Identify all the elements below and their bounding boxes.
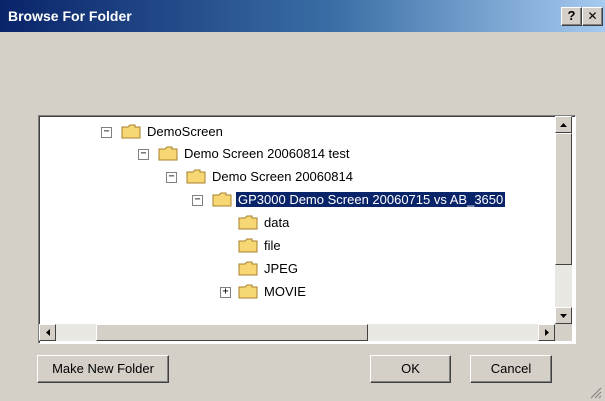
scroll-up-button[interactable] — [555, 116, 572, 133]
resize-grip-icon[interactable] — [590, 387, 602, 399]
collapse-icon[interactable]: − — [192, 195, 203, 206]
tree-item-label: JPEG — [264, 261, 298, 276]
collapse-icon[interactable]: − — [166, 172, 177, 183]
folder-icon — [238, 284, 258, 299]
window-title: Browse For Folder — [8, 8, 132, 24]
tree-item-label: data — [264, 215, 290, 230]
folder-icon — [121, 124, 141, 139]
folder-icon — [212, 192, 232, 207]
horizontal-scrollbar[interactable] — [39, 324, 555, 341]
tree-item-label: Demo Screen 20060814 test — [184, 146, 350, 161]
folder-icon — [238, 215, 258, 230]
ok-button[interactable]: OK — [370, 355, 451, 383]
arrow-down-icon — [560, 313, 567, 318]
scroll-right-button[interactable] — [538, 324, 555, 341]
scrollbar-corner — [555, 324, 572, 341]
dialog-body: − DemoScreen − Demo Screen 20060814 test… — [0, 32, 605, 401]
help-button[interactable]: ? — [561, 7, 582, 26]
horizontal-scroll-thumb[interactable] — [96, 324, 368, 341]
vertical-scrollbar[interactable] — [555, 116, 572, 324]
close-button[interactable]: ✕ — [582, 7, 603, 26]
folder-icon — [238, 261, 258, 276]
tree-item-label: MOVIE — [264, 284, 306, 299]
arrow-right-icon — [544, 329, 549, 336]
collapse-icon[interactable]: − — [138, 149, 149, 160]
arrow-left-icon — [45, 329, 50, 336]
tree-item-label: DemoScreen — [147, 124, 223, 139]
folder-icon — [186, 169, 206, 184]
folder-icon — [158, 146, 178, 161]
tree-item-label: file — [264, 238, 281, 253]
folder-tree[interactable]: − DemoScreen − Demo Screen 20060814 test… — [38, 115, 576, 344]
title-bar[interactable]: Browse For Folder ? ✕ — [0, 0, 605, 32]
vertical-scroll-thumb[interactable] — [555, 133, 572, 265]
arrow-up-icon — [560, 122, 567, 127]
folder-icon — [238, 238, 258, 253]
make-new-folder-button[interactable]: Make New Folder — [37, 355, 169, 383]
scroll-left-button[interactable] — [39, 324, 56, 341]
scroll-down-button[interactable] — [555, 307, 572, 324]
collapse-icon[interactable]: − — [101, 127, 112, 138]
expand-icon[interactable]: + — [220, 287, 231, 298]
cancel-button[interactable]: Cancel — [470, 355, 552, 383]
tree-item-label-selected: GP3000 Demo Screen 20060715 vs AB_3650 — [236, 192, 506, 207]
tree-item-label: Demo Screen 20060814 — [212, 169, 353, 184]
